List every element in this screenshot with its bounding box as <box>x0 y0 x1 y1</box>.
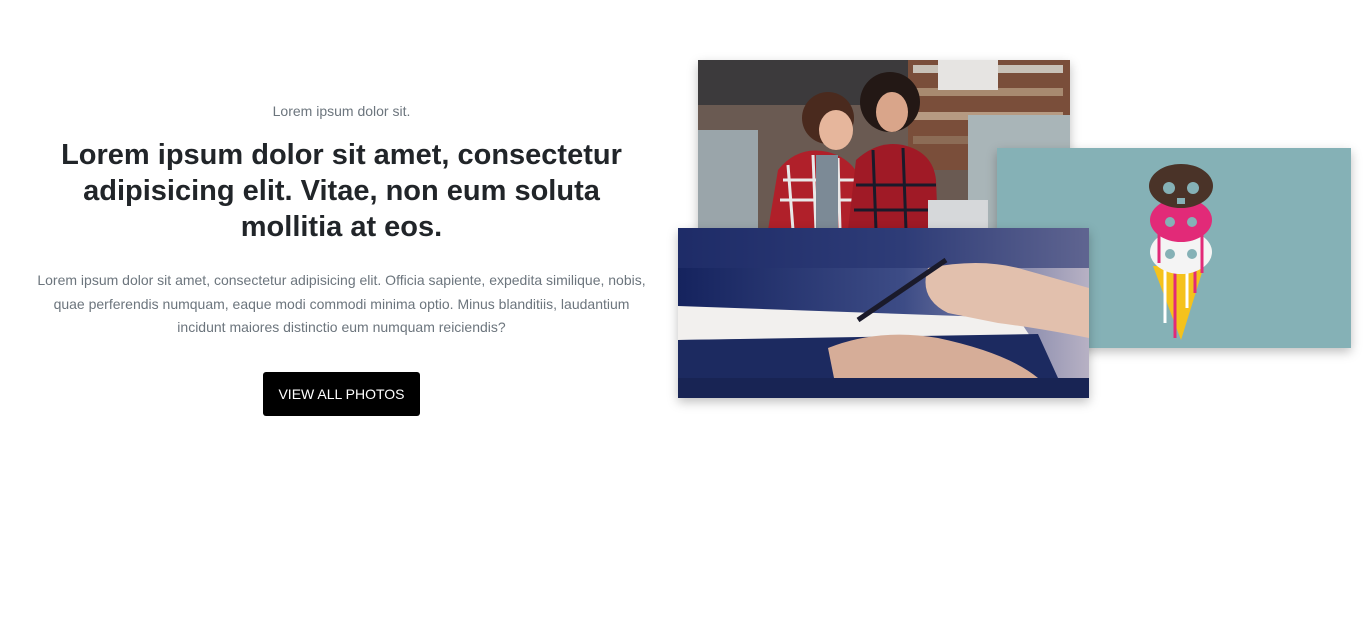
view-all-photos-button[interactable]: VIEW ALL PHOTOS <box>263 371 420 416</box>
writing-photo[interactable] <box>678 228 1089 398</box>
page: Lorem ipsum dolor sit. Lorem ipsum dolor… <box>0 0 1366 632</box>
hero-eyebrow: Lorem ipsum dolor sit. <box>272 103 411 119</box>
hero-text: Lorem ipsum dolor sit. Lorem ipsum dolor… <box>30 100 653 416</box>
hero-headline: Lorem ipsum dolor sit amet, consectetur … <box>61 139 622 243</box>
hero-body: Lorem ipsum dolor sit amet, consectetur … <box>37 272 646 335</box>
writing-illustration <box>678 228 1089 398</box>
